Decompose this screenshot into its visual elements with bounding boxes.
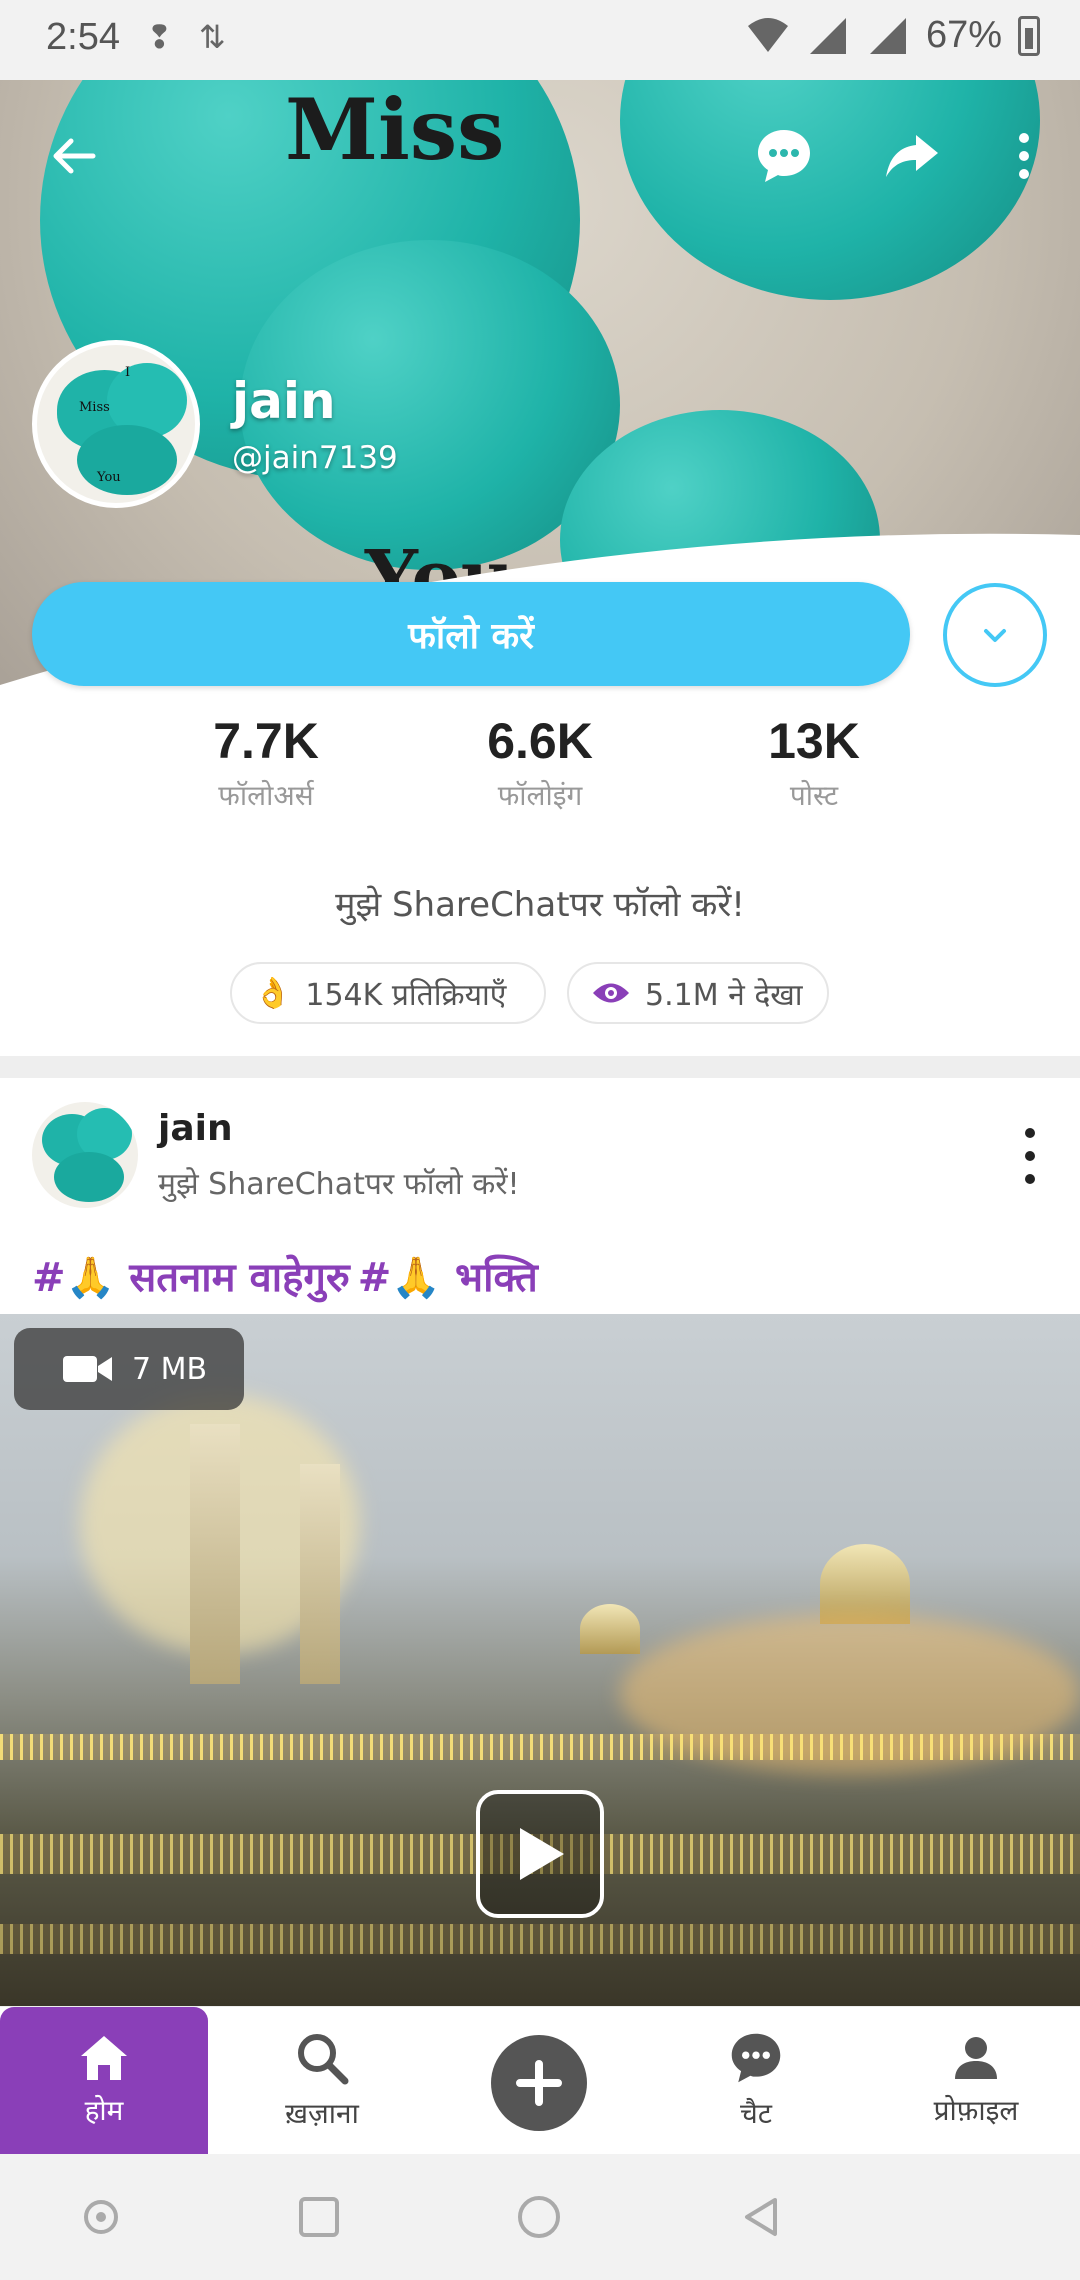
stat-followers[interactable]: 7.7K फॉलोअर्स [156,712,376,814]
more-vertical-icon [1019,133,1029,179]
stat-label: पोस्ट [789,779,839,812]
profile-name: jain [232,372,336,430]
notification-icon: ❢ [146,18,173,56]
post-more-button[interactable] [1010,1128,1050,1184]
post-subtitle: मुझे ShareChatपर फॉलो करें! [158,1167,520,1202]
back-system-button[interactable] [738,2194,784,2240]
signal-icon [809,17,846,54]
media-size: 7 MB [132,1351,208,1387]
nav-chat[interactable]: चैट [652,2007,860,2155]
data-transfer-icon: ⇅ [198,18,226,56]
follow-options-button[interactable] [943,583,1047,687]
back-arrow-icon [53,138,96,174]
tag-link[interactable]: #🙏 भक्ति [358,1248,538,1303]
section-divider [0,1056,1080,1078]
profile-handle: @jain7139 [232,440,398,476]
avatar-text: I [125,365,131,380]
status-bar: 2:54 ❢ ⇅ 67% [0,0,1080,80]
create-post-button[interactable] [491,2035,587,2131]
status-time: 2:54 [46,16,120,58]
temple-tower [190,1424,240,1684]
triangle-back-icon [745,2198,777,2236]
stat-value: 13K [768,713,860,769]
chat-icon [731,2033,781,2083]
nav-label: ख़ज़ाना [285,2097,359,2130]
views-count: 5.1M ने देखा [645,977,803,1013]
plus-icon [516,2060,562,2106]
nav-label: चैट [740,2097,772,2130]
wifi-icon [747,17,788,52]
battery-percent: 67% [925,14,1002,56]
chat-bubble-icon [758,130,810,182]
circle-icon [518,2196,560,2238]
stat-following[interactable]: 6.6K फॉलोइंग [430,712,650,814]
string-lights [0,1734,1080,1760]
post-author-avatar[interactable] [32,1102,138,1208]
tag-link[interactable]: #🙏 सतनाम वाहेगुरु [32,1248,350,1303]
share-icon [886,135,938,177]
search-icon [298,2034,349,2085]
ok-hand-icon: 👌 [254,975,292,1011]
more-options-button[interactable] [988,120,1060,192]
post-author-name[interactable]: jain [158,1108,233,1149]
signal-icon-2 [869,17,906,54]
views-chip[interactable]: 5.1M ने देखा [567,962,829,1024]
home-icon [81,2036,127,2080]
eye-icon [593,983,629,1003]
avatar-heart [77,425,177,495]
avatar-text: Miss [79,400,110,415]
assistant-button[interactable] [78,2194,124,2240]
more-dot [1025,1151,1035,1161]
nav-profile[interactable]: प्रोफ़ाइल [872,2007,1080,2155]
nav-label: होम [84,2094,124,2127]
status-right: 67% [746,14,1040,57]
more-dot [1025,1128,1035,1138]
system-navigation [0,2154,1080,2280]
chat-button[interactable] [748,120,820,192]
play-button[interactable] [476,1790,604,1918]
media-size-badge: 7 MB [14,1328,244,1410]
top-actions [0,120,1080,190]
stat-value: 7.7K [213,713,319,769]
avatar-heart [54,1152,124,1202]
nav-explore[interactable]: ख़ज़ाना [218,2007,426,2155]
video-camera-icon [63,1356,112,1382]
temple-tower [300,1464,340,1684]
reactions-chip[interactable]: 👌 154K प्रतिक्रियाएँ [230,962,546,1024]
chevron-down-icon [984,629,1006,642]
recents-button[interactable] [296,2194,342,2240]
temple-dome [580,1604,640,1654]
square-icon [299,2197,339,2237]
string-lights [0,1924,1080,1954]
avatar-text: You [97,470,121,485]
profile-avatar[interactable]: I Miss You [32,340,200,508]
profile-bio: मुझे ShareChatपर फॉलो करें! [335,885,745,925]
person-icon [955,2037,997,2079]
nav-home[interactable]: होम [0,2007,208,2155]
stat-posts[interactable]: 13K पोस्ट [704,712,924,814]
post-tags: #🙏 सतनाम वाहेगुरु #🙏 भक्ति [32,1248,538,1303]
stat-label: फॉलोइंग [497,779,583,812]
target-icon [84,2200,118,2234]
follow-button[interactable]: फॉलो करें [32,582,910,686]
play-icon [520,1828,564,1880]
temple-dome [820,1544,910,1624]
stat-label: फॉलोअर्स [218,779,314,812]
back-button[interactable] [38,120,110,192]
reactions-count: 154K प्रतिक्रियाएँ [305,977,507,1013]
battery-icon [1018,15,1040,56]
share-button[interactable] [876,120,948,192]
bottom-navigation: होम ख़ज़ाना चैट प्रोफ़ाइल [0,2006,1080,2155]
status-notification-icons: ❢ ⇅ [146,18,226,56]
stat-value: 6.6K [487,713,593,769]
more-dot [1025,1174,1035,1184]
home-system-button[interactable] [516,2194,562,2240]
nav-label: प्रोफ़ाइल [933,2094,1019,2127]
